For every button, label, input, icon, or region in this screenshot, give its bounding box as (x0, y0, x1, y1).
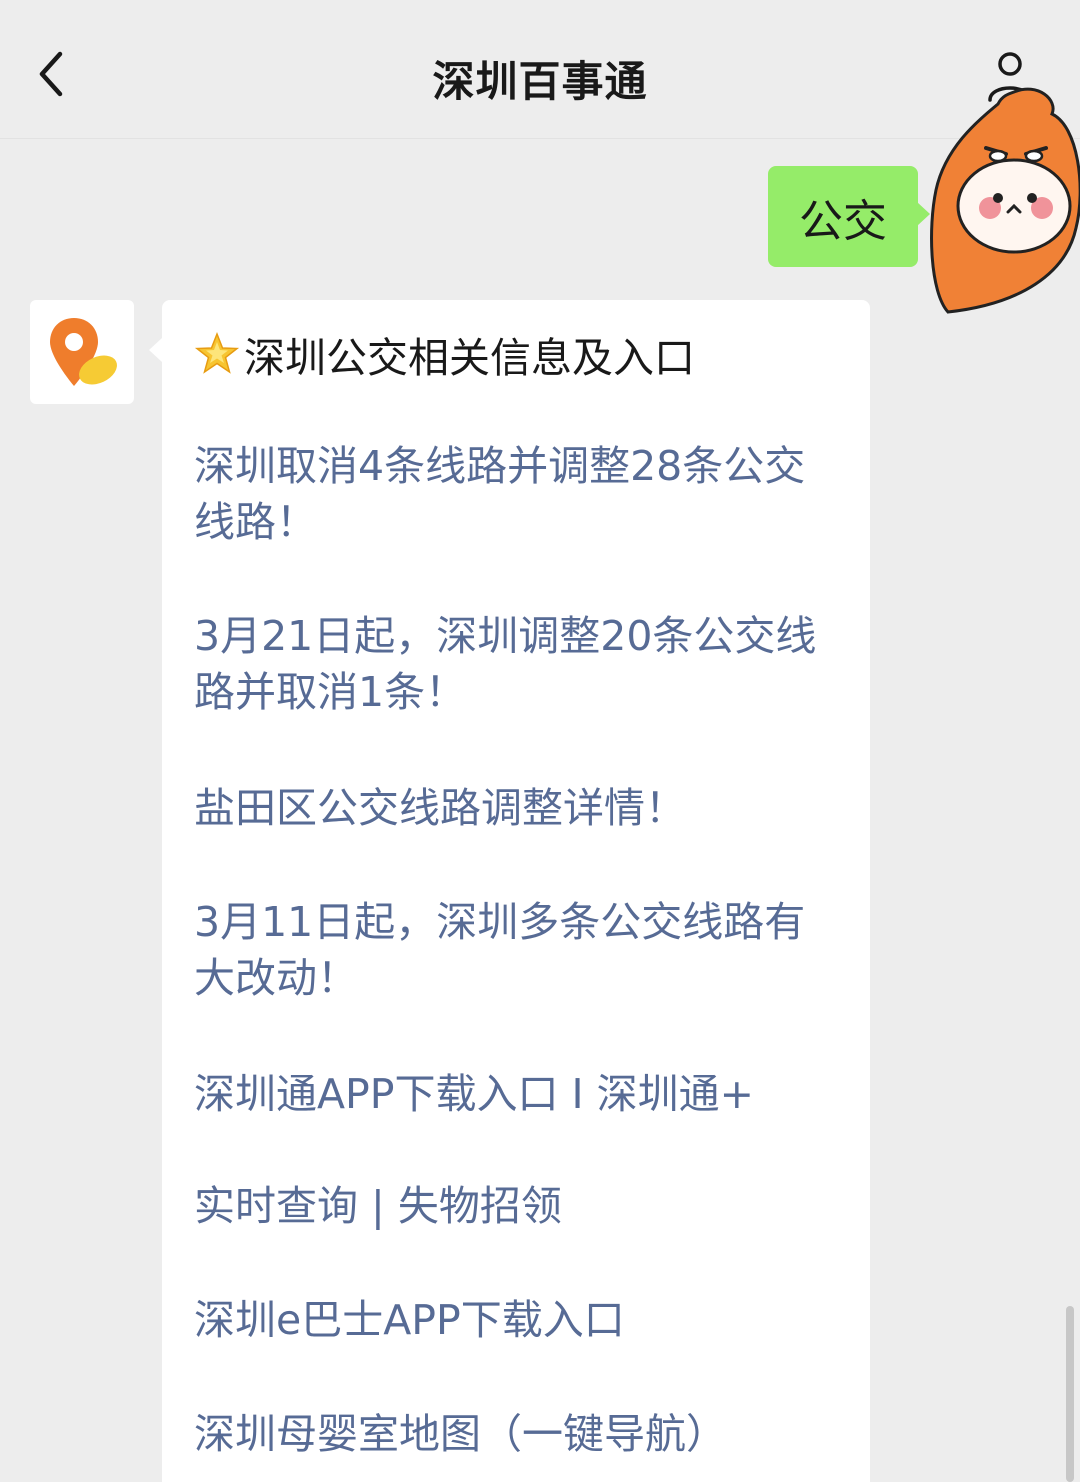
link-item[interactable]: 3月21日起，深圳调整20条公交线路并取消1条！ (194, 608, 844, 720)
orange-drop-avatar-icon (930, 87, 1080, 314)
user-message-bubble[interactable]: 公交 (768, 166, 930, 267)
link-item[interactable]: 深圳e巴士APP下载入口 (194, 1292, 844, 1348)
location-pin-icon (50, 318, 117, 386)
link-item[interactable]: 盐田区公交线路调整详情！ (194, 780, 844, 836)
link-item[interactable]: 深圳通APP下载入口 I 深圳通+ (194, 1066, 844, 1122)
user-message-text: 公交 (799, 195, 887, 247)
user-avatar[interactable] (928, 78, 1080, 314)
top-navigation-bar: 深圳百事通 (0, 0, 1080, 139)
link-item[interactable]: 3月11日起，深圳多条公交线路有大改动！ (194, 894, 844, 1006)
message-heading-text: 深圳公交相关信息及入口 (244, 334, 695, 382)
scrollbar[interactable] (1066, 1306, 1074, 1482)
message-heading: 深圳公交相关信息及入口 (194, 324, 695, 384)
page-title: 深圳百事通 (432, 57, 648, 106)
link-item[interactable]: 深圳取消4条线路并调整28条公交线路！ (194, 438, 844, 550)
link-item[interactable]: 深圳母婴室地图（一键导航） (194, 1406, 844, 1462)
bot-avatar[interactable] (30, 300, 134, 404)
link-item[interactable]: 实时查询 | 失物招领 (194, 1178, 844, 1234)
bot-message-bubble: 深圳公交相关信息及入口 深圳取消4条线路并调整28条公交线路！ 3月21日起，深… (149, 300, 870, 1482)
star-icon (194, 331, 240, 374)
